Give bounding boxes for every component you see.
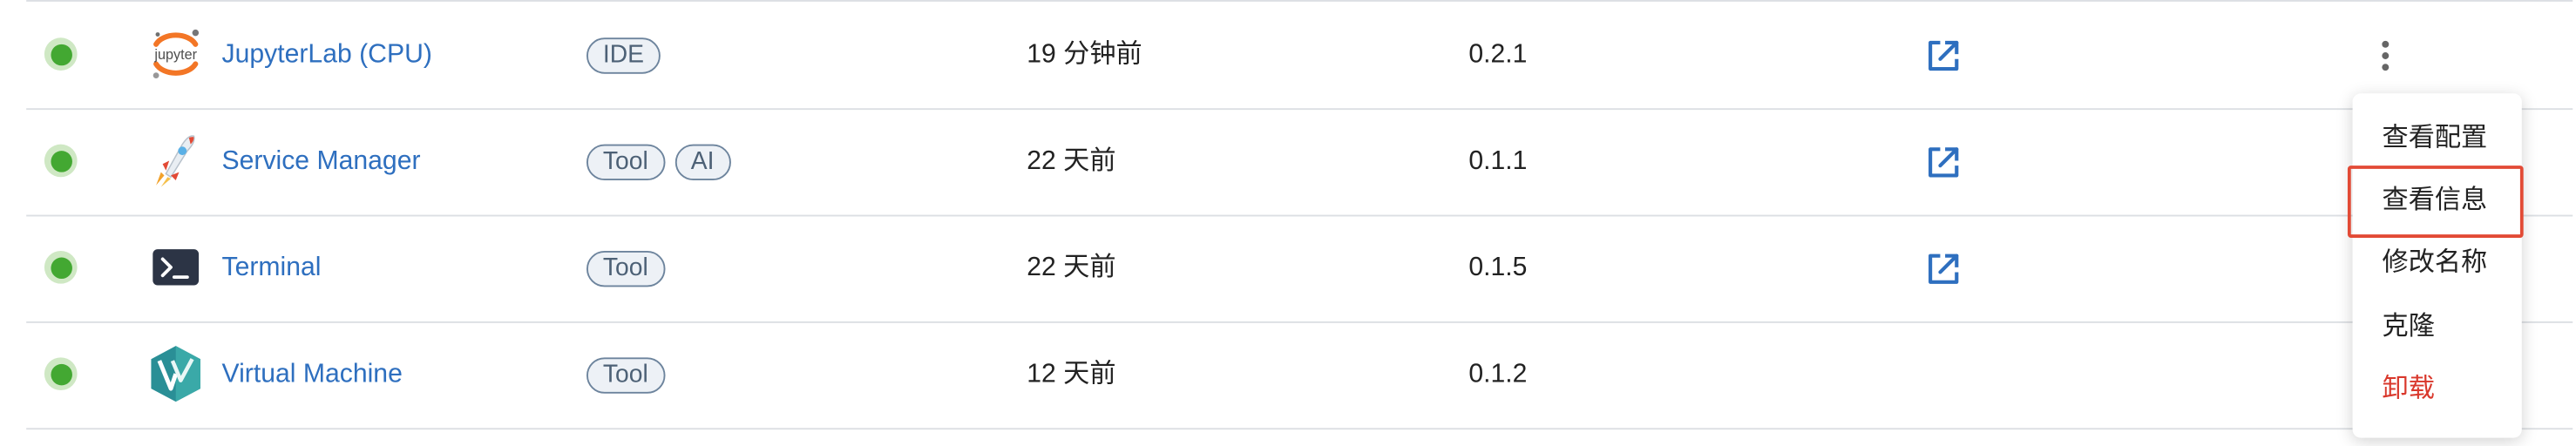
context-menu: 查看配置 查看信息 修改名称 克隆 卸载 <box>2347 93 2524 438</box>
version-text: 0.2.1 <box>1468 41 1528 70</box>
tag-badge: Tool <box>586 144 665 181</box>
updated-time: 12 天前 <box>1027 361 1116 389</box>
tag-badge: Tool <box>586 251 665 287</box>
status-running-icon <box>44 251 78 284</box>
menu-item-view-info[interactable]: 查看信息 <box>2353 171 2522 233</box>
app-name-link[interactable]: JupyterLab (CPU) <box>222 2 432 108</box>
tag-badge: IDE <box>586 37 661 74</box>
app-name-link[interactable]: Virtual Machine <box>222 321 403 428</box>
tag-list: Tool AI <box>586 144 731 181</box>
tag-badge: Tool <box>586 357 665 394</box>
menu-item-uninstall[interactable]: 卸载 <box>2353 359 2522 422</box>
tag-list: Tool <box>586 357 665 394</box>
tag-list: Tool <box>586 251 665 287</box>
table-row: Terminal Tool 22 天前 0.1.5 <box>26 215 2573 323</box>
version-text: 0.1.5 <box>1468 253 1528 282</box>
svg-text:jupyter: jupyter <box>153 47 197 63</box>
updated-time: 22 天前 <box>1027 147 1116 176</box>
open-in-new-window-icon[interactable] <box>1925 145 1961 180</box>
more-options-icon[interactable] <box>2369 37 2402 73</box>
updated-time: 19 分钟前 <box>1027 41 1142 70</box>
jupyter-logo-icon: jupyter <box>146 24 206 84</box>
table-row: Virtual Machine Tool 12 天前 0.1.2 <box>26 321 2573 430</box>
tag-badge: AI <box>674 144 731 181</box>
version-text: 0.1.2 <box>1468 361 1528 389</box>
virtual-machine-logo-icon <box>146 344 206 403</box>
app-name-link[interactable]: Terminal <box>222 215 322 321</box>
open-in-new-window-icon[interactable] <box>1925 251 1961 287</box>
rocket-icon <box>146 132 206 191</box>
updated-time: 22 天前 <box>1027 253 1116 282</box>
terminal-icon <box>146 238 206 297</box>
status-running-icon <box>44 357 78 390</box>
table-row: jupyter JupyterLab (CPU) IDE 19 分钟前 0.2.… <box>26 2 2573 111</box>
tag-list: IDE <box>586 37 661 74</box>
menu-item-clone[interactable]: 克隆 <box>2353 297 2522 360</box>
table-row: Service Manager Tool AI 22 天前 0.1.1 <box>26 108 2573 217</box>
status-running-icon <box>44 37 78 71</box>
open-in-new-window-icon[interactable] <box>1925 37 1961 73</box>
menu-item-view-config[interactable]: 查看配置 <box>2353 108 2522 171</box>
menu-item-rename[interactable]: 修改名称 <box>2353 233 2522 295</box>
status-running-icon <box>44 144 78 178</box>
app-list-table: jupyter JupyterLab (CPU) IDE 19 分钟前 0.2.… <box>0 0 2576 446</box>
app-name-link[interactable]: Service Manager <box>222 108 421 214</box>
version-text: 0.1.1 <box>1468 147 1528 176</box>
